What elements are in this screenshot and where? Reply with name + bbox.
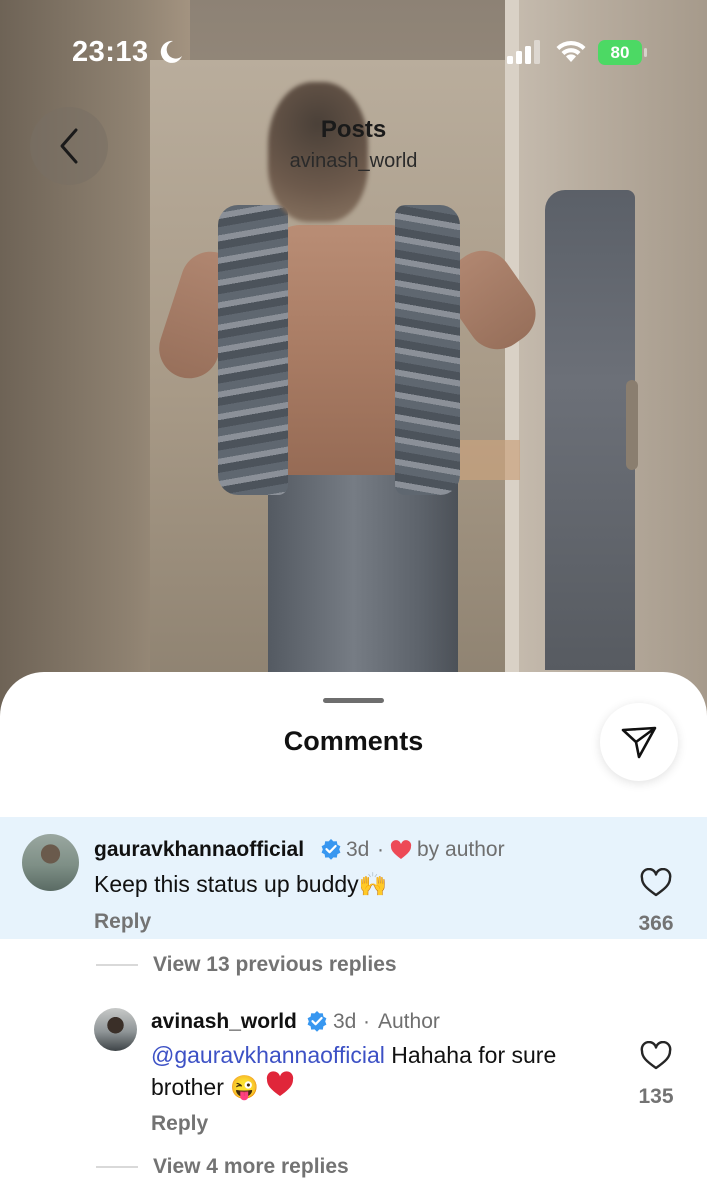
comment-text: Keep this status up buddy🙌 bbox=[94, 869, 387, 900]
cellular-signal-icon bbox=[507, 40, 540, 64]
page-subtitle-username[interactable]: avinash_world bbox=[0, 150, 707, 173]
red-heart-emoji-icon bbox=[267, 1071, 294, 1096]
wifi-icon bbox=[556, 40, 586, 62]
send-icon bbox=[621, 726, 657, 759]
reply-text-line1: Hahaha for sure bbox=[384, 1042, 557, 1068]
verified-badge-icon bbox=[321, 839, 341, 860]
reply-mention-link[interactable]: @gauravkhannaofficial bbox=[151, 1042, 385, 1068]
view-previous-replies-button[interactable]: View 13 previous replies bbox=[153, 953, 397, 977]
battery-level: 80 bbox=[610, 43, 630, 62]
comment-username[interactable]: gauravkhannaofficial bbox=[94, 838, 304, 862]
photo-door-handle bbox=[626, 380, 638, 470]
photo-vest-right bbox=[395, 205, 460, 495]
liked-by-author-label: by author bbox=[417, 838, 505, 861]
avatar[interactable] bbox=[22, 834, 79, 891]
author-label: Author bbox=[378, 1010, 440, 1033]
reply-time: 3d bbox=[333, 1010, 357, 1033]
sheet-grabber-handle[interactable] bbox=[323, 698, 384, 703]
comment-time: 3d bbox=[346, 838, 370, 861]
reply-text-line2: brother bbox=[151, 1074, 224, 1100]
moon-icon bbox=[160, 40, 182, 63]
thread-line bbox=[96, 964, 138, 966]
heart-outline-icon[interactable] bbox=[640, 868, 672, 898]
heart-outline-icon[interactable] bbox=[640, 1041, 672, 1071]
reply-username[interactable]: avinash_world bbox=[151, 1010, 297, 1034]
reply-emoji: 😜 bbox=[230, 1074, 259, 1100]
photo-vest-left bbox=[218, 205, 288, 495]
post-photo bbox=[0, 0, 707, 720]
view-more-replies-button[interactable]: View 4 more replies bbox=[153, 1155, 349, 1179]
page-title: Posts bbox=[320, 116, 387, 143]
like-count: 366 bbox=[638, 912, 674, 935]
photo-door-edge bbox=[505, 0, 519, 720]
meta-separator: · bbox=[377, 838, 384, 861]
like-count: 135 bbox=[638, 1085, 674, 1108]
verified-badge-icon bbox=[307, 1011, 327, 1032]
avatar[interactable] bbox=[94, 1008, 137, 1051]
battery-cap bbox=[644, 48, 647, 57]
heart-filled-icon bbox=[390, 840, 412, 859]
comment-emoji: 🙌 bbox=[358, 871, 388, 897]
photo-reflection bbox=[545, 190, 635, 670]
meta-separator: · bbox=[363, 1010, 370, 1033]
status-time: 23:13 bbox=[72, 36, 149, 68]
reply-button[interactable]: Reply bbox=[151, 1112, 208, 1136]
battery-indicator: 80 bbox=[598, 40, 648, 65]
reply-button[interactable]: Reply bbox=[94, 910, 151, 934]
comment-text-body: Keep this status up buddy bbox=[94, 871, 359, 897]
reply-text: @gauravkhannaofficial Hahaha for sure bro… bbox=[151, 1040, 621, 1103]
status-bar: 23:13 80 bbox=[0, 0, 707, 100]
thread-line bbox=[96, 1166, 138, 1168]
share-button[interactable] bbox=[600, 703, 678, 781]
